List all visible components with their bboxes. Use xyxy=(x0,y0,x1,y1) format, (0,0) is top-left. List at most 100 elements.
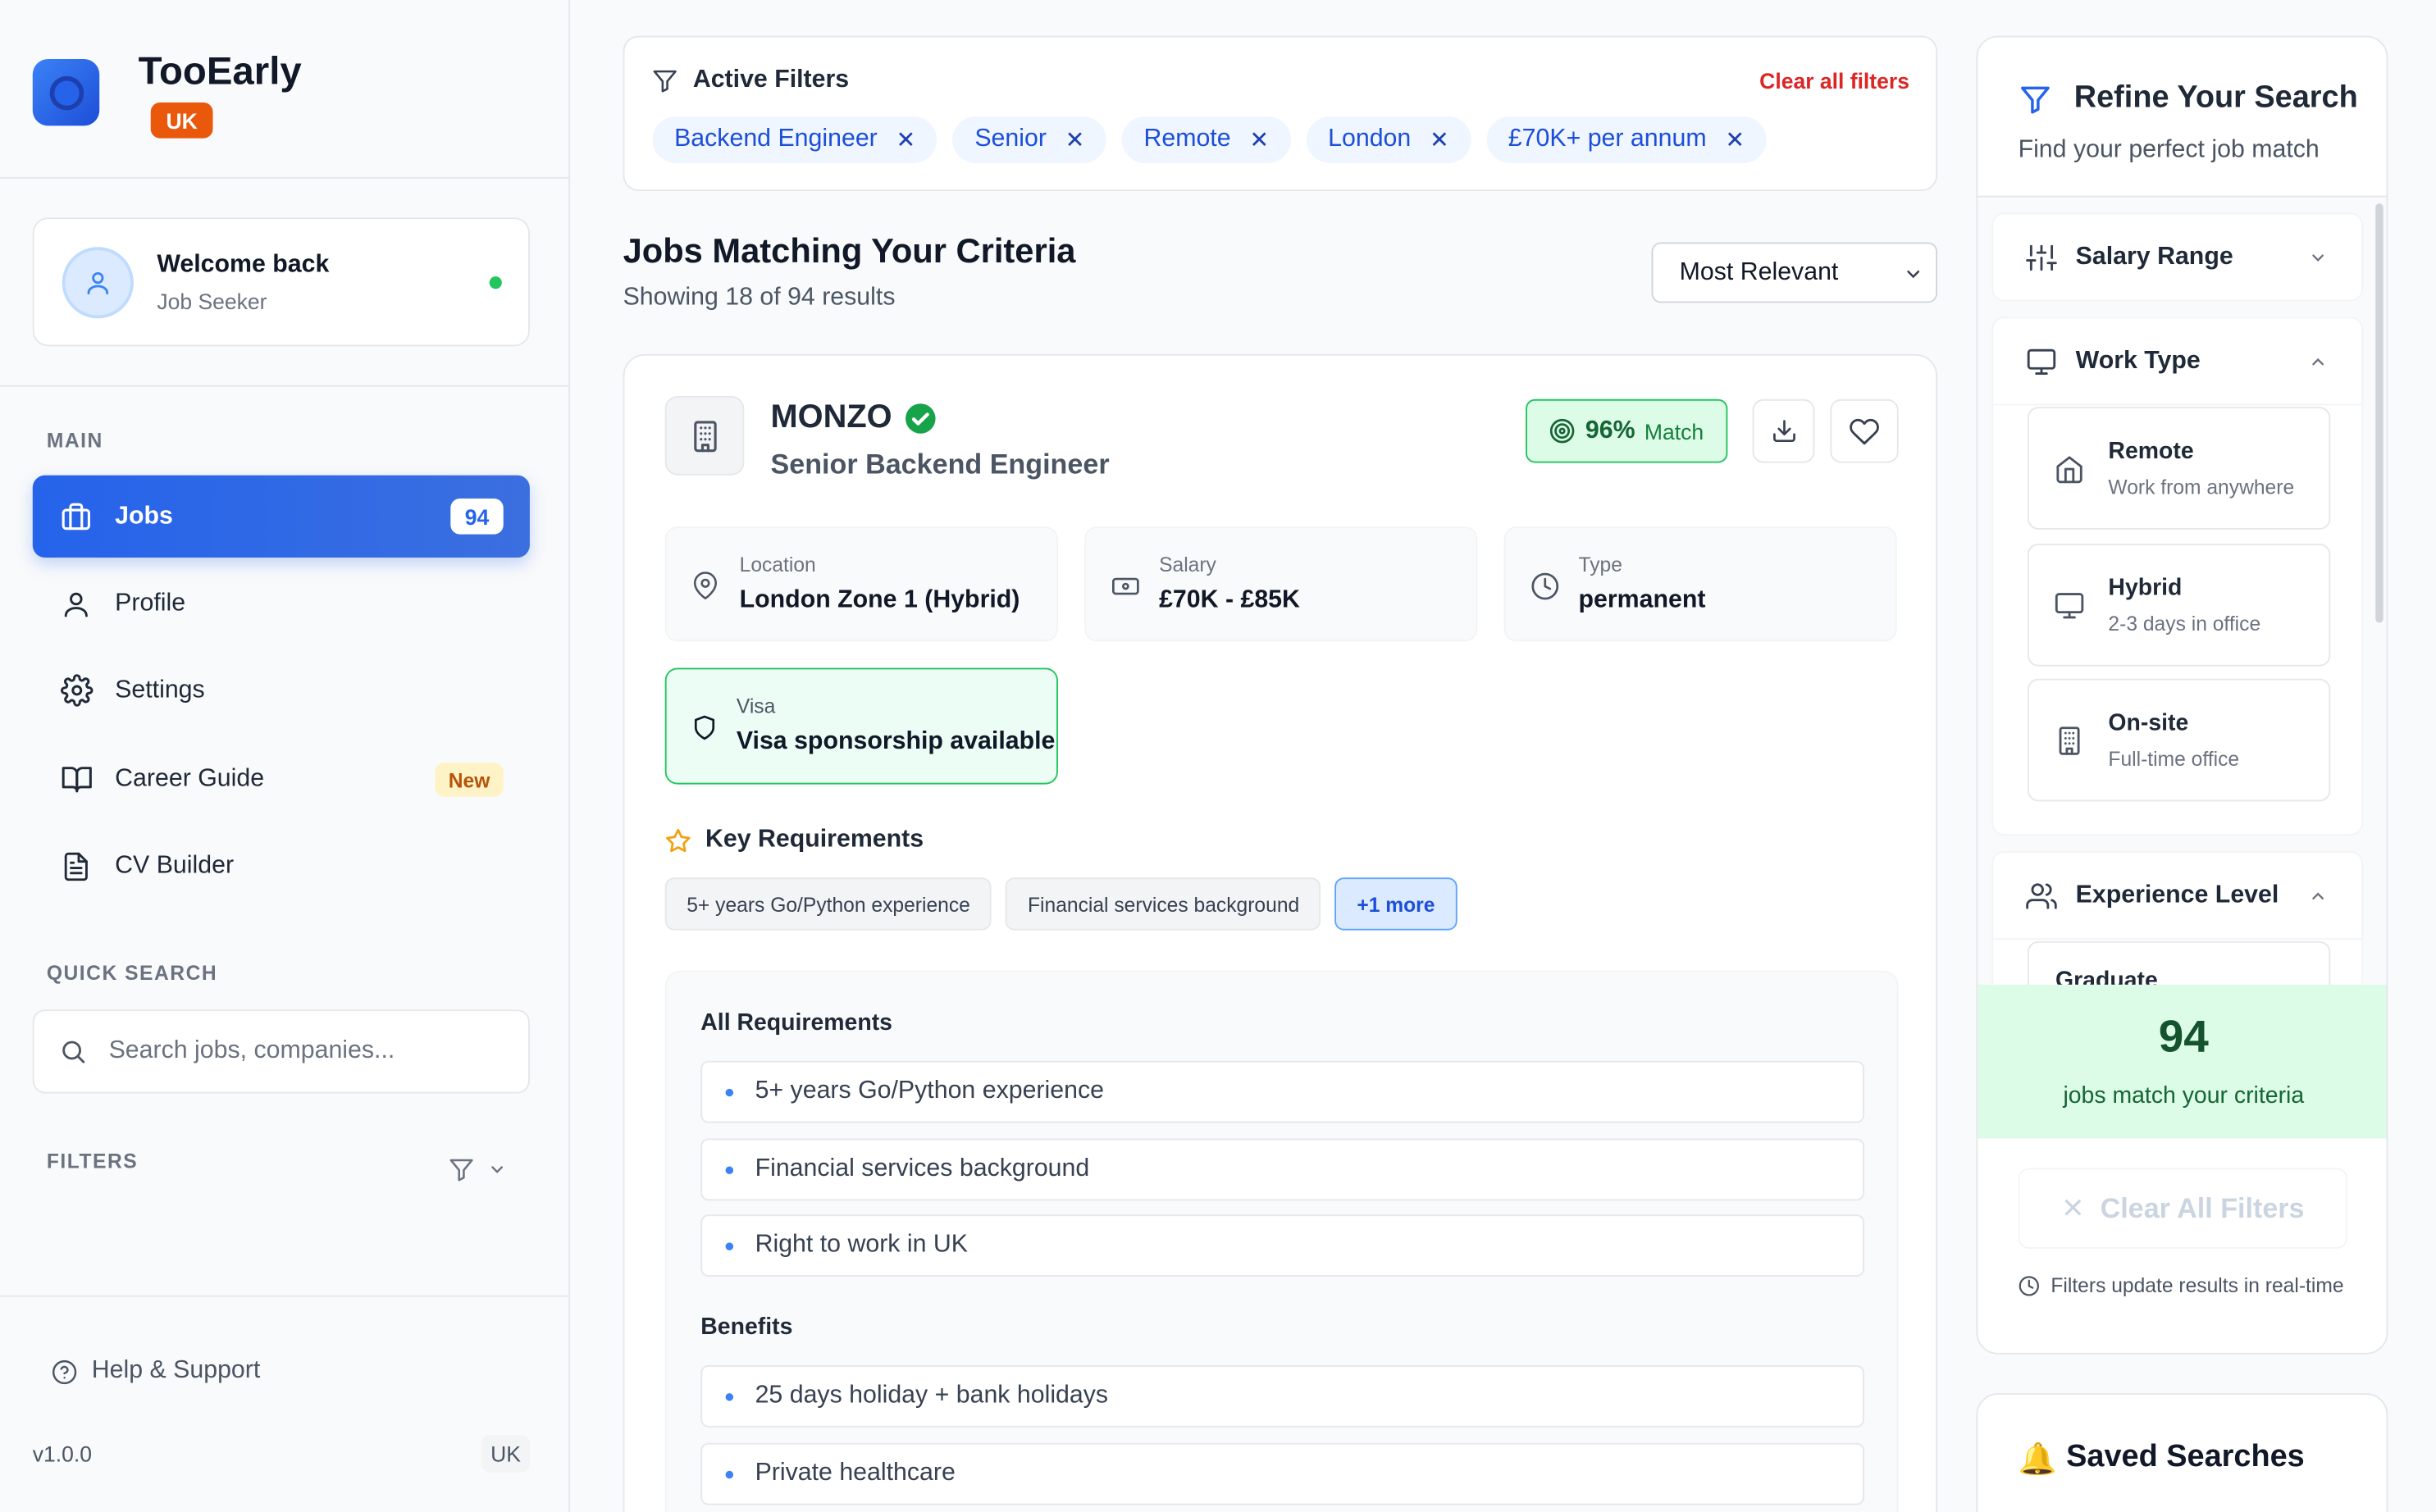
filter-chip[interactable]: Remote ✕ xyxy=(1121,116,1291,163)
refine-scroll-area[interactable]: Salary Range Work Type Remote Work from … xyxy=(1978,195,2387,985)
filter-chip[interactable]: £70K+ per annum ✕ xyxy=(1486,116,1767,163)
gear-icon xyxy=(59,673,94,708)
list-item-text: Private healthcare xyxy=(755,1460,956,1487)
type-value: permanent xyxy=(1578,587,1706,614)
sidebar-item-label: Career Guide xyxy=(115,764,265,792)
match-count: 94 xyxy=(2158,1012,2209,1062)
job-title[interactable]: Senior Backend Engineer xyxy=(771,449,1110,481)
filter-chip-label: London xyxy=(1328,125,1412,153)
match-count-label: jobs match your criteria xyxy=(2063,1082,2305,1109)
quick-search-label: QUICK SEARCH xyxy=(46,961,218,985)
shield-icon xyxy=(694,715,715,740)
job-card[interactable]: MONZO Senior Backend Engineer 96% Match … xyxy=(623,353,1938,1512)
salary-range-toggle[interactable]: Salary Range xyxy=(1991,212,2364,302)
work-type-hybrid-option[interactable]: Hybrid 2-3 days in office xyxy=(2027,543,2331,667)
locale-tag[interactable]: UK xyxy=(481,1435,530,1473)
type-tile: Type permanent xyxy=(1503,526,1897,642)
divider xyxy=(0,385,569,387)
new-badge: New xyxy=(435,763,504,797)
sliders-icon xyxy=(2026,244,2057,271)
sidebar-item-cv-builder[interactable]: CV Builder xyxy=(33,825,530,907)
clock-icon xyxy=(1531,572,1559,600)
more-requirements-button[interactable]: +1 more xyxy=(1334,877,1457,931)
refine-search-panel: Refine Your Search Find your perfect job… xyxy=(1976,35,2388,1355)
app-root: TooEarly UK Welcome back Job Seeker MAIN… xyxy=(0,0,2436,1512)
active-filters-title: Active Filters xyxy=(692,66,850,93)
list-item-text: 25 days holiday + bank holidays xyxy=(755,1382,1109,1410)
save-job-button[interactable] xyxy=(1830,398,1899,463)
company-name[interactable]: MONZO xyxy=(771,399,937,436)
filter-chip[interactable]: London ✕ xyxy=(1306,116,1471,163)
scrollbar[interactable] xyxy=(2375,203,2384,623)
chevron-down-icon xyxy=(1907,270,1920,279)
avatar xyxy=(62,247,134,319)
filter-chip-label: Remote xyxy=(1143,125,1231,153)
app-logo-icon[interactable] xyxy=(32,58,100,126)
work-type-onsite-option[interactable]: On-site Full-time office xyxy=(2027,678,2331,802)
visa-value: Visa sponsorship available xyxy=(736,728,1056,755)
key-requirements-header: Key Requirements xyxy=(665,827,924,854)
list-item-text: Right to work in UK xyxy=(755,1232,968,1259)
sidebar-item-jobs[interactable]: Jobs 94 xyxy=(32,475,530,558)
location-label: Location xyxy=(739,553,816,576)
sort-selected-value: Most Relevant xyxy=(1679,258,1839,285)
results-title: Jobs Matching Your Criteria xyxy=(623,231,1076,271)
realtime-note-text: Filters update results in real-time xyxy=(2051,1273,2344,1297)
book-icon xyxy=(59,762,94,796)
help-support-link[interactable]: Help & Support xyxy=(52,1358,260,1386)
option-subtitle: 2-3 days in office xyxy=(2108,612,2261,635)
results-summary: Showing 18 of 94 results xyxy=(623,284,896,311)
building-icon xyxy=(664,396,745,476)
sidebar-item-label: Profile xyxy=(115,589,186,617)
salary-value: £70K - £85K xyxy=(1159,587,1300,614)
chevron-down-icon xyxy=(2312,254,2324,262)
monitor-icon xyxy=(2027,348,2056,375)
heart-icon xyxy=(1850,417,1879,444)
option-title: Graduate xyxy=(2055,968,2158,985)
sort-select[interactable]: Most Relevant xyxy=(1651,242,1938,303)
clear-all-filters-link[interactable]: Clear all filters xyxy=(1759,68,1909,93)
experience-level-toggle[interactable]: Experience Level xyxy=(1991,851,2364,940)
document-icon xyxy=(59,849,94,883)
filter-icon xyxy=(653,70,677,93)
welcome-title: Welcome back xyxy=(157,251,330,279)
work-type-label: Work Type xyxy=(2075,347,2201,374)
download-button[interactable] xyxy=(1752,398,1815,463)
close-icon[interactable]: ✕ xyxy=(896,125,916,153)
clear-all-filters-button[interactable]: ✕ Clear All Filters xyxy=(2018,1168,2348,1249)
filters-toggle-button[interactable] xyxy=(448,1155,507,1183)
help-circle-icon xyxy=(52,1359,77,1384)
target-icon xyxy=(1550,418,1576,444)
close-icon[interactable]: ✕ xyxy=(1430,125,1449,153)
match-count-box: 94 jobs match your criteria xyxy=(1978,984,2387,1139)
chevron-up-icon xyxy=(2312,892,2324,899)
search-input[interactable] xyxy=(108,1037,513,1066)
sidebar-item-profile[interactable]: Profile xyxy=(33,562,530,644)
jobs-count-badge: 94 xyxy=(450,499,504,535)
verified-check-icon xyxy=(906,403,936,433)
filter-chip[interactable]: Backend Engineer ✕ xyxy=(652,116,937,163)
download-icon xyxy=(1772,420,1795,443)
filter-chip-label: £70K+ per annum xyxy=(1508,125,1707,153)
work-type-toggle[interactable]: Work Type xyxy=(1991,317,2364,406)
clock-icon xyxy=(2019,1276,2039,1296)
experience-level-label: Experience Level xyxy=(2075,881,2279,909)
close-icon[interactable]: ✕ xyxy=(1249,125,1269,153)
work-type-remote-option[interactable]: Remote Work from anywhere xyxy=(2027,407,2331,530)
experience-graduate-option[interactable]: Graduate xyxy=(2027,940,2331,985)
close-icon[interactable]: ✕ xyxy=(1065,125,1085,153)
refine-subtitle: Find your perfect job match xyxy=(2018,136,2320,163)
visa-label: Visa xyxy=(736,694,776,718)
welcome-card[interactable]: Welcome back Job Seeker xyxy=(32,217,530,347)
building-icon xyxy=(2059,726,2080,755)
divider xyxy=(0,1295,569,1297)
sidebar-item-career-guide[interactable]: Career Guide New xyxy=(33,738,530,820)
sidebar-item-settings[interactable]: Settings xyxy=(33,649,530,731)
users-icon xyxy=(2026,882,2057,909)
user-icon xyxy=(87,271,109,294)
close-icon[interactable]: ✕ xyxy=(1725,125,1745,153)
option-subtitle: Full-time office xyxy=(2108,747,2240,771)
filter-icon xyxy=(449,1159,473,1182)
filter-chip[interactable]: Senior ✕ xyxy=(952,116,1106,163)
bell-icon: 🔔 xyxy=(2018,1442,2057,1478)
